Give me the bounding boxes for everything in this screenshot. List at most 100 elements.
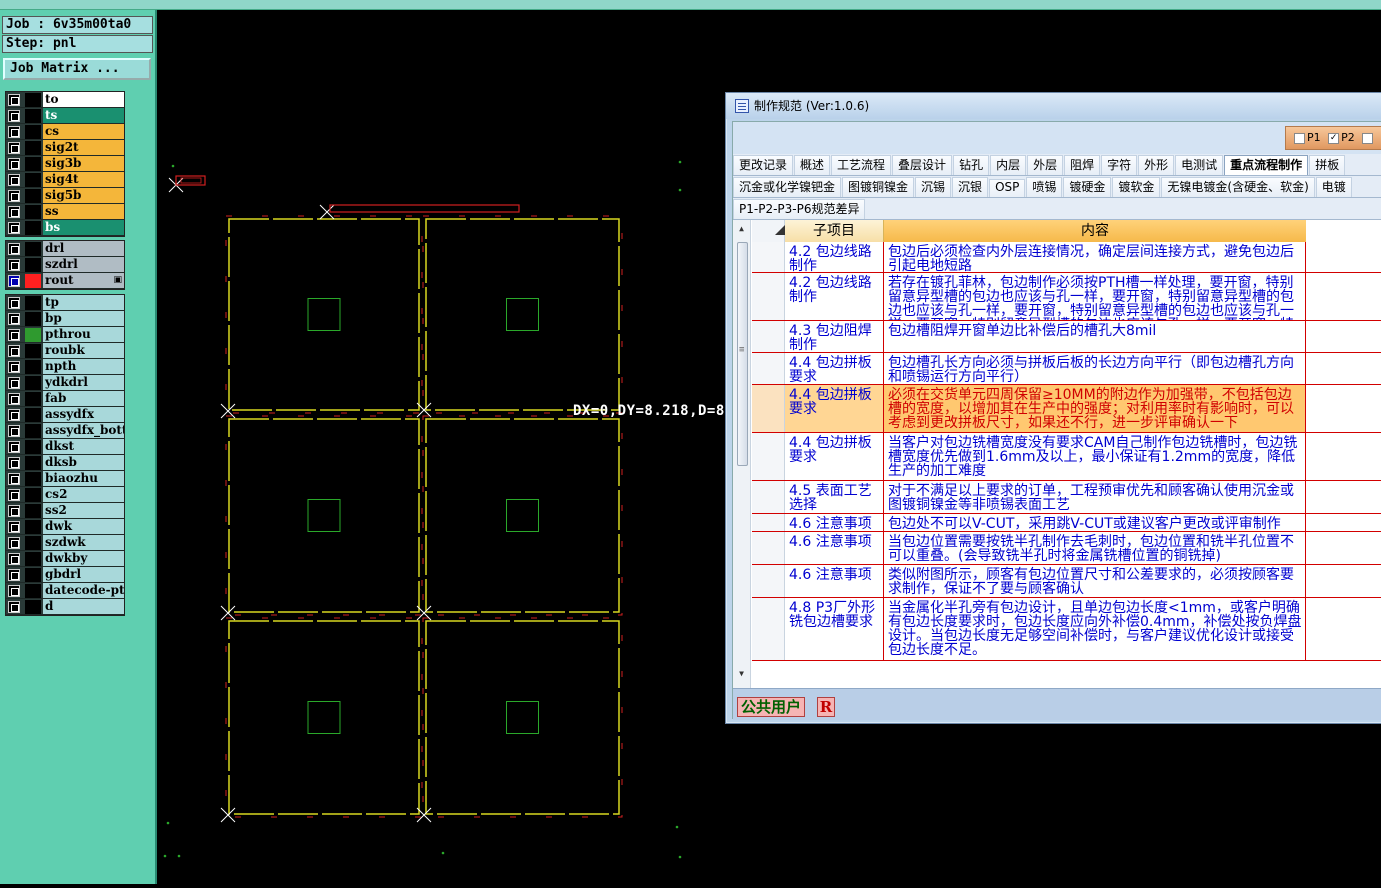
row-header[interactable] — [752, 385, 785, 432]
layer-checkbox[interactable] — [8, 206, 20, 218]
layer-checkbox[interactable] — [8, 585, 20, 597]
cell-content[interactable]: 包边处不可以V-CUT，采用跳V-CUT或建议客户更改或评审制作 — [884, 514, 1306, 531]
vertical-scrollbar[interactable]: ▲ ≡ ▼ — [733, 220, 751, 688]
layer-row-sig3b[interactable]: sig3b — [6, 156, 124, 172]
tab-tabs2-1[interactable]: 图镀铜镍金 — [842, 177, 915, 197]
layer-name[interactable]: d — [43, 599, 124, 614]
tab-tabs2-9[interactable]: 电镀 — [1315, 177, 1352, 197]
layer-row-tp[interactable]: tp — [6, 295, 124, 311]
table-row[interactable]: 4.3 包边阻焊制作 包边槽阻焊开窗单边比补偿后的槽孔大8mil — [752, 321, 1381, 353]
row-header[interactable] — [752, 433, 785, 480]
cell-content[interactable]: 当客户对包边铣槽宽度没有要求CAM自己制作包边铣槽时，包边铣槽宽度优先做到1.6… — [884, 433, 1306, 480]
layer-name[interactable]: dksb — [43, 455, 124, 470]
layer-checkbox[interactable] — [8, 505, 20, 517]
layer-checkbox[interactable] — [8, 142, 20, 154]
layer-name[interactable]: gbdrl — [43, 567, 124, 582]
table-row[interactable]: 4.6 注意事项 包边处不可以V-CUT，采用跳V-CUT或建议客户更改或评审制作 — [752, 514, 1381, 532]
layer-name[interactable]: npth — [43, 359, 124, 374]
row-header[interactable] — [752, 273, 785, 320]
layer-row-pthrou[interactable]: pthrou — [6, 327, 124, 343]
cell-sub[interactable]: 4.6 注意事项 — [785, 532, 884, 564]
layer-row-assydfx[interactable]: assydfx — [6, 407, 124, 423]
layer-checkbox[interactable] — [8, 190, 20, 202]
tab-tabs2-2[interactable]: 沉锡 — [915, 177, 952, 197]
layer-name[interactable]: bp — [43, 311, 124, 326]
layer-checkbox[interactable] — [8, 441, 20, 453]
layer-row-assydfx_bott[interactable]: assydfx_bott — [6, 423, 124, 439]
layer-row-bp[interactable]: bp — [6, 311, 124, 327]
layer-name[interactable]: biaozhu — [43, 471, 124, 486]
table-row[interactable]: 4.4 包边拼板要求 包边槽孔长方向必须与拼板后板的长边方向平行（即包边槽孔方向和… — [752, 353, 1381, 385]
layer-name[interactable]: ts — [43, 108, 124, 123]
layer-checkbox[interactable] — [8, 345, 20, 357]
layer-checkbox[interactable] — [8, 174, 20, 186]
tab-tabs1-12[interactable]: 拼板 — [1309, 155, 1346, 175]
layer-checkbox[interactable] — [8, 361, 20, 373]
cell-sub[interactable]: 4.5 表面工艺选择 — [785, 481, 884, 513]
layer-row-datecode-ptc[interactable]: datecode-ptc — [6, 583, 124, 599]
layer-color-swatch[interactable] — [25, 189, 41, 203]
layer-color-swatch[interactable] — [25, 93, 41, 107]
layer-row-sig2t[interactable]: sig2t — [6, 140, 124, 156]
layer-row-ts[interactable]: ts — [6, 108, 124, 124]
layer-name[interactable]: assydfx — [43, 407, 124, 422]
layer-checkbox[interactable] — [8, 601, 20, 613]
layer-checkbox[interactable] — [8, 553, 20, 565]
layer-row-d[interactable]: d — [6, 599, 124, 615]
tab-tabs2-5[interactable]: 喷锡 — [1026, 177, 1063, 197]
layer-name[interactable]: sig3b — [43, 156, 124, 171]
tab-tabs1-6[interactable]: 外层 — [1027, 155, 1064, 175]
row-header[interactable] — [752, 321, 785, 352]
cell-content[interactable]: 包边后必须检查内外层连接情况，确定层间连接方式，避免包边后引起电地短路 — [884, 242, 1306, 272]
p2-checkbox[interactable]: ✓ — [1328, 132, 1340, 144]
layer-color-swatch[interactable] — [25, 552, 41, 566]
layer-checkbox[interactable] — [8, 259, 20, 271]
layer-color-swatch[interactable] — [25, 392, 41, 406]
layer-color-swatch[interactable] — [25, 274, 41, 288]
cell-sub[interactable]: 4.4 包边拼板要求 — [785, 385, 884, 432]
layer-name[interactable]: sig4t — [43, 172, 124, 187]
layer-color-swatch[interactable] — [25, 600, 41, 614]
row-header[interactable] — [752, 514, 785, 531]
layer-row-dwk[interactable]: dwk — [6, 519, 124, 535]
layer-row-dwkby[interactable]: dwkby — [6, 551, 124, 567]
layer-row-gbdrl[interactable]: gbdrl — [6, 567, 124, 583]
tab-tabs2-3[interactable]: 沉银 — [952, 177, 989, 197]
layer-checkbox[interactable] — [8, 521, 20, 533]
layer-color-swatch[interactable] — [25, 504, 41, 518]
layer-name[interactable]: to — [43, 92, 124, 107]
layer-checkbox[interactable] — [8, 329, 20, 341]
cell-content[interactable]: 若存在镀孔菲林，包边制作必须按PTH槽一样处理，要开窗，特别留意异型槽的包边也应… — [884, 273, 1306, 320]
layer-checkbox[interactable] — [8, 222, 20, 234]
table-row[interactable]: 4.6 注意事项 类似附图所示，顾客有包边位置尺寸和公差要求的，必须按顾客要求制作… — [752, 565, 1381, 598]
layer-name[interactable]: tp — [43, 295, 124, 310]
tab-tabs2-8[interactable]: 无镍电镀金(含硬金、软金) — [1161, 177, 1315, 197]
cell-content[interactable]: 对于不满足以上要求的订单，工程预审优先和顾客确认使用沉金或图镀铜镍金等非喷锡表面… — [884, 481, 1306, 513]
tab-tabs1-1[interactable]: 概述 — [794, 155, 831, 175]
layer-color-swatch[interactable] — [25, 312, 41, 326]
layer-checkbox[interactable] — [8, 243, 20, 255]
layer-color-swatch[interactable] — [25, 408, 41, 422]
layer-checkbox[interactable] — [8, 569, 20, 581]
cell-sub[interactable]: 4.4 包边拼板要求 — [785, 433, 884, 480]
layer-row-roubk[interactable]: roubk — [6, 343, 124, 359]
layer-row-szdwk[interactable]: szdwk — [6, 535, 124, 551]
layer-color-swatch[interactable] — [25, 125, 41, 139]
layer-name[interactable]: assydfx_bott — [43, 423, 124, 438]
layer-name[interactable]: fab — [43, 391, 124, 406]
layer-color-swatch[interactable] — [25, 472, 41, 486]
layer-checkbox[interactable] — [8, 409, 20, 421]
cell-sub[interactable]: 4.6 注意事项 — [785, 514, 884, 531]
layer-checkbox[interactable] — [8, 275, 20, 287]
job-matrix-button[interactable]: Job Matrix ... — [3, 58, 151, 80]
cell-content[interactable]: 包边槽孔长方向必须与拼板后板的长边方向平行（即包边槽孔方向和喷锡运行方向平行） — [884, 353, 1306, 384]
layer-row-cs2[interactable]: cs2 — [6, 487, 124, 503]
layer-color-swatch[interactable] — [25, 109, 41, 123]
layer-row-npth[interactable]: npth — [6, 359, 124, 375]
table-row[interactable]: 4.2 包边线路制作 若存在镀孔菲林，包边制作必须按PTH槽一样处理，要开窗，特别… — [752, 273, 1381, 321]
layer-row-ss[interactable]: ss — [6, 204, 124, 220]
layer-row-drl[interactable]: drl — [6, 241, 124, 257]
cell-sub[interactable]: 4.8 P3厂外形铣包边槽要求 — [785, 598, 884, 660]
layer-name[interactable]: bs — [43, 220, 124, 235]
layer-color-swatch[interactable] — [25, 328, 41, 342]
